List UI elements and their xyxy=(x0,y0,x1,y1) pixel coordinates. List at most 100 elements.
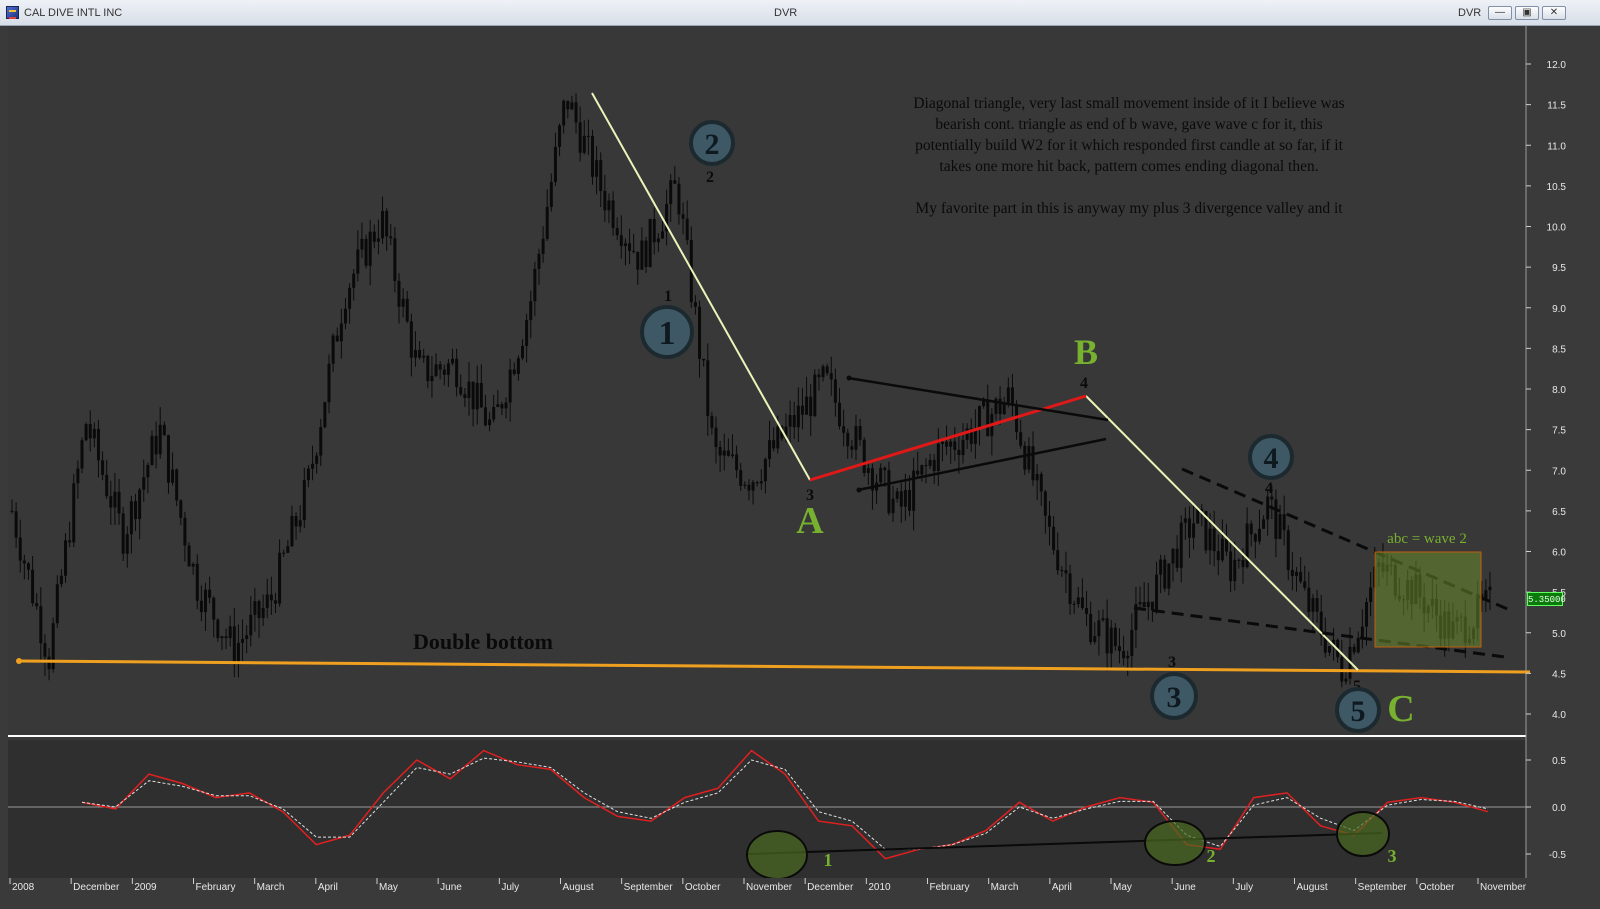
candle-body xyxy=(1142,602,1146,607)
candle-body xyxy=(1035,473,1039,481)
candle-body xyxy=(393,238,397,281)
candle-body xyxy=(10,510,14,512)
candle-body xyxy=(945,441,949,447)
candle-body xyxy=(928,459,932,466)
candle-body xyxy=(430,376,434,382)
candle-body xyxy=(1105,618,1109,654)
candle-body xyxy=(1192,523,1196,538)
window-titlebar: CAL DIVE INTL INC DVR DVR — ▣ ✕ xyxy=(0,0,1600,26)
candle-body xyxy=(903,490,907,507)
candle-body xyxy=(693,302,697,307)
candle-body xyxy=(879,467,883,483)
window-symbol-right: DVR xyxy=(1458,7,1482,19)
candle-body xyxy=(302,480,306,521)
price-tick-label: 9.5 xyxy=(1552,263,1566,274)
wave-5-number: 5 xyxy=(1351,695,1366,728)
candle-body xyxy=(747,484,751,491)
candle-body xyxy=(286,546,290,553)
candle-body xyxy=(1352,646,1356,653)
candle-body xyxy=(1278,514,1282,539)
candle-body xyxy=(632,250,636,252)
support-line-anchor xyxy=(16,658,22,664)
wave-a-label: A xyxy=(796,500,824,542)
candle-body xyxy=(1113,627,1117,647)
candle-body xyxy=(471,381,475,410)
candle-body xyxy=(545,206,549,239)
candle-body xyxy=(43,643,47,657)
candle-body xyxy=(562,100,566,126)
divergence-valley-3 xyxy=(1336,811,1390,857)
candle-body xyxy=(216,619,220,639)
abc-wave2-label: abc = wave 2 xyxy=(1387,531,1467,547)
candle-body xyxy=(615,227,619,236)
restore-button[interactable]: ▣ xyxy=(1515,6,1539,20)
time-tick-label: August xyxy=(1297,882,1328,893)
price-tick-label: 8.5 xyxy=(1552,344,1566,355)
candle-body xyxy=(183,517,187,546)
candle-body xyxy=(1056,550,1060,571)
candle-body xyxy=(586,135,590,137)
candle-body xyxy=(949,441,953,447)
candle-body xyxy=(743,484,747,486)
candle-body xyxy=(508,369,512,403)
candle-body xyxy=(18,537,22,561)
divergence-label-1: 1 xyxy=(824,850,833,870)
candle-body xyxy=(702,358,706,361)
time-tick-label: November xyxy=(1480,882,1527,893)
candle-body xyxy=(343,308,347,324)
candle-body xyxy=(1163,559,1167,589)
candle-body xyxy=(500,404,504,409)
candle-body xyxy=(920,465,924,475)
candle-body xyxy=(1039,473,1043,492)
candle-body xyxy=(1216,551,1220,561)
candle-body xyxy=(459,387,463,395)
candle-body xyxy=(512,369,516,374)
candle-body xyxy=(722,450,726,456)
candle-body xyxy=(138,489,142,520)
candle-body xyxy=(1212,528,1216,552)
time-tick-label: June xyxy=(440,882,462,893)
candle-body xyxy=(1027,446,1031,470)
candle-body xyxy=(887,470,891,514)
time-tick-label: October xyxy=(1419,882,1455,893)
candle-body xyxy=(776,426,780,449)
divergence-label-3: 3 xyxy=(1388,846,1397,866)
candle-body xyxy=(1043,491,1047,516)
candle-body xyxy=(438,364,442,370)
candle-body xyxy=(195,563,199,601)
close-button[interactable]: ✕ xyxy=(1542,6,1566,20)
time-tick-label: February xyxy=(930,882,970,893)
candle-body xyxy=(294,515,298,527)
candle-body xyxy=(381,210,385,239)
candle-body xyxy=(1167,563,1171,589)
candle-body xyxy=(982,400,986,407)
price-tick-label: 7.5 xyxy=(1552,426,1566,437)
time-tick-label: May xyxy=(379,882,398,893)
candle-body xyxy=(31,569,35,604)
candle-body xyxy=(175,469,179,501)
candle-body xyxy=(467,381,471,399)
candle-body xyxy=(257,601,261,619)
candle-body xyxy=(1295,571,1299,576)
candle-body xyxy=(92,428,96,439)
candle-body xyxy=(158,424,162,455)
candle-body xyxy=(434,364,438,377)
candle-body xyxy=(1155,574,1159,611)
candle-body xyxy=(228,626,232,639)
candle-body xyxy=(199,600,203,613)
time-tick-label: March xyxy=(991,882,1019,893)
wave-4-small-number: 4 xyxy=(1265,480,1273,497)
price-tick-label: 10.0 xyxy=(1547,223,1567,234)
window-symbol: DVR xyxy=(774,7,798,19)
candle-body xyxy=(413,349,417,358)
candle-body xyxy=(940,441,944,444)
candle-body xyxy=(1241,560,1245,568)
candle-body xyxy=(496,404,500,407)
candle-body xyxy=(1282,514,1286,531)
candle-body xyxy=(76,468,80,484)
minimize-button[interactable]: — xyxy=(1488,6,1512,20)
candle-body xyxy=(442,369,446,375)
candle-body xyxy=(488,419,492,426)
candle-body xyxy=(739,470,743,486)
candle-body xyxy=(660,231,664,239)
